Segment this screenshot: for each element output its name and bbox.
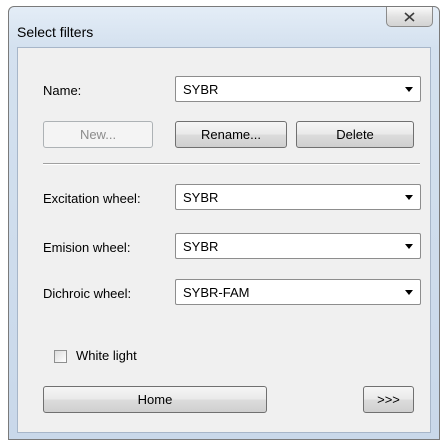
excitation-wheel-select[interactable]: SYBR <box>175 184 421 210</box>
name-select-value: SYBR <box>183 82 219 97</box>
chevron-down-icon <box>405 195 413 200</box>
home-button[interactable]: Home <box>43 386 267 413</box>
dialog-client-area: Name: SYBR New... Rename... Delete Excit… <box>17 47 431 433</box>
chevron-down-icon <box>405 290 413 295</box>
emision-wheel-label: Emision wheel: <box>43 240 131 255</box>
next-button[interactable]: >>> <box>363 386 414 413</box>
name-label: Name: <box>43 83 82 98</box>
excitation-wheel-label: Excitation wheel: <box>43 191 141 206</box>
new-button[interactable]: New... <box>43 121 153 148</box>
title-bar[interactable]: Select filters <box>9 7 439 47</box>
dichroic-wheel-value: SYBR-FAM <box>183 285 250 300</box>
excitation-wheel-value: SYBR <box>183 190 219 205</box>
dichroic-wheel-label: Dichroic wheel: <box>43 286 132 301</box>
emision-wheel-select[interactable]: SYBR <box>175 233 421 259</box>
separator-line <box>43 163 420 165</box>
rename-button[interactable]: Rename... <box>175 121 287 148</box>
chevron-down-icon <box>405 87 413 92</box>
white-light-checkbox[interactable] <box>54 350 67 363</box>
dialog-title: Select filters <box>17 24 94 40</box>
close-button[interactable] <box>386 7 433 27</box>
white-light-label[interactable]: White light <box>76 348 137 363</box>
name-select[interactable]: SYBR <box>175 76 421 102</box>
select-filters-dialog: Select filters Name: SYBR New... Rename.… <box>8 6 440 440</box>
chevron-down-icon <box>405 244 413 249</box>
dichroic-wheel-select[interactable]: SYBR-FAM <box>175 279 421 305</box>
emision-wheel-value: SYBR <box>183 239 219 254</box>
delete-button[interactable]: Delete <box>296 121 414 148</box>
close-x-icon <box>404 11 415 22</box>
